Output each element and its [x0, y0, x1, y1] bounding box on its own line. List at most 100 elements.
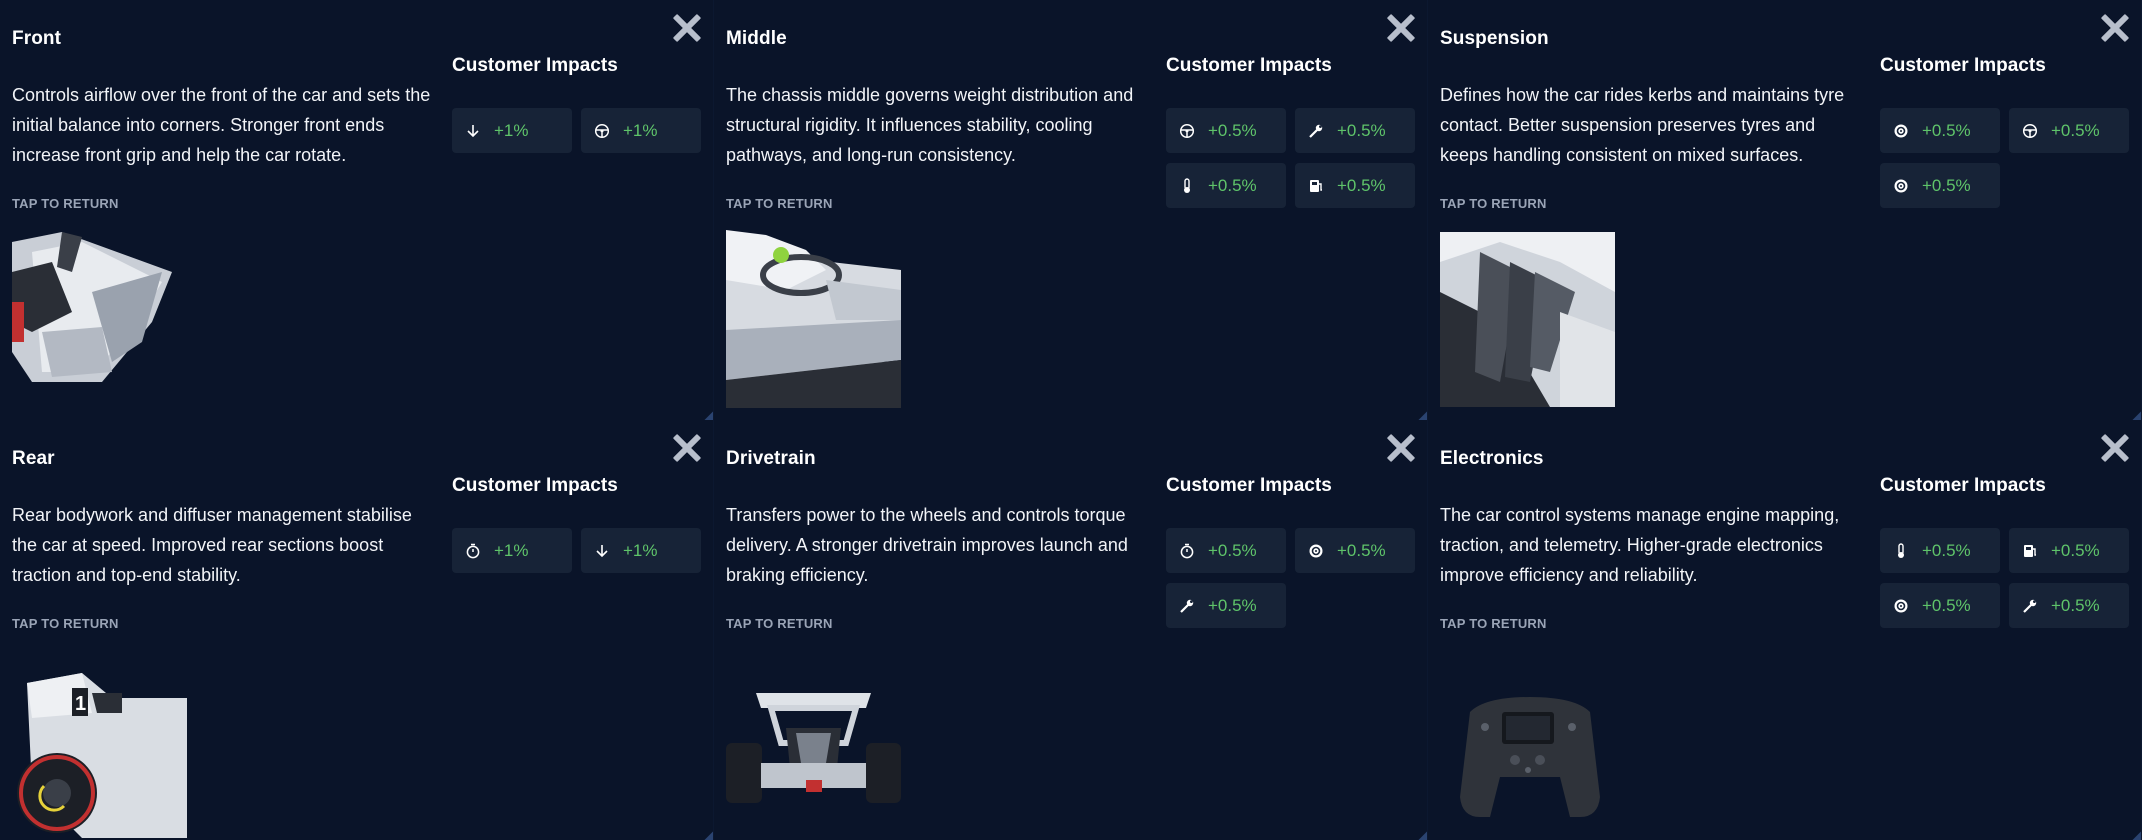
wrench-icon	[1178, 597, 1196, 615]
card-electronics[interactable]: Electronics The car control systems mana…	[1428, 420, 2141, 840]
card-suspension[interactable]: Suspension Defines how the car rides ker…	[1428, 0, 2141, 420]
card-title: Rear	[12, 448, 55, 469]
impact-chips: +0.5% +0.5% +0.5%	[1880, 108, 2130, 208]
impact-value: +0.5%	[1922, 120, 1971, 140]
card-drivetrain[interactable]: Drivetrain Transfers power to the wheels…	[714, 420, 1427, 840]
impact-value: +0.5%	[1208, 120, 1257, 140]
card-title: Middle	[726, 28, 787, 49]
impact-chip: +0.5%	[1880, 108, 2000, 153]
stopwatch-icon	[1178, 542, 1196, 560]
tap-to-return-label[interactable]: TAP TO RETURN	[726, 196, 833, 211]
impact-chip: +1%	[581, 108, 701, 153]
wrench-icon	[1307, 122, 1325, 140]
close-icon[interactable]	[670, 12, 702, 44]
drivetrain-image	[726, 668, 901, 838]
card-description: Controls airflow over the front of the c…	[12, 85, 431, 165]
steering-wheel-image	[1440, 682, 1615, 832]
fuel-pump-icon	[2021, 542, 2039, 560]
front-wing-image	[12, 232, 172, 382]
impact-value: +0.5%	[2051, 120, 2100, 140]
close-icon[interactable]	[2098, 432, 2130, 464]
close-icon[interactable]	[1384, 432, 1416, 464]
impact-chips: +1% +1%	[452, 108, 702, 153]
impact-chips: +0.5% +0.5% +0.5%	[1166, 528, 1416, 628]
customer-impacts-heading: Customer Impacts	[452, 475, 618, 496]
card-middle[interactable]: Middle The chassis middle governs weight…	[714, 0, 1427, 420]
tyre-icon	[1892, 597, 1910, 615]
fuel-pump-icon	[1307, 177, 1325, 195]
impact-value: +0.5%	[1208, 595, 1257, 615]
tyre-icon	[1892, 177, 1910, 195]
impact-value: +0.5%	[1337, 175, 1386, 195]
customer-impacts-heading: Customer Impacts	[1880, 475, 2046, 496]
impact-chip: +1%	[452, 528, 572, 573]
card-title: Electronics	[1440, 448, 1544, 469]
impact-chip: +1%	[452, 108, 572, 153]
car-parts-grid: Front Controls airflow over the front of…	[0, 0, 2142, 840]
customer-impacts-heading: Customer Impacts	[1166, 475, 1332, 496]
card-description: The chassis middle governs weight distri…	[726, 85, 1134, 165]
customer-impacts-heading: Customer Impacts	[452, 55, 618, 76]
tap-to-return-label[interactable]: TAP TO RETURN	[12, 616, 119, 631]
impact-value: +1%	[623, 120, 658, 140]
card-title: Front	[12, 28, 62, 49]
impact-chip: +0.5%	[1295, 108, 1415, 153]
impact-value: +0.5%	[1337, 540, 1386, 560]
impact-chip: +0.5%	[2009, 108, 2129, 153]
card-title: Drivetrain	[726, 448, 816, 469]
thermometer-icon	[1178, 177, 1196, 195]
impact-chip: +0.5%	[1880, 163, 2000, 208]
impact-value: +0.5%	[1922, 540, 1971, 560]
rear-bodywork-image: 1	[12, 668, 187, 838]
impact-chips: +0.5% +0.5% +0.5% +0.5%	[1166, 108, 1416, 208]
tap-to-return-label[interactable]: TAP TO RETURN	[1440, 196, 1547, 211]
impact-chip: +0.5%	[1880, 528, 2000, 573]
card-front[interactable]: Front Controls airflow over the front of…	[0, 0, 713, 420]
impact-chips: +1% +1%	[452, 528, 702, 573]
impact-chips: +0.5% +0.5% +0.5% +0.5%	[1880, 528, 2130, 628]
close-icon[interactable]	[670, 432, 702, 464]
suspension-image	[1440, 232, 1615, 407]
svg-text:1: 1	[75, 693, 86, 715]
card-description: Transfers power to the wheels and contro…	[726, 505, 1128, 585]
steering-wheel-icon	[593, 122, 611, 140]
tyre-icon	[1892, 122, 1910, 140]
tyre-icon	[1307, 542, 1325, 560]
card-description: Rear bodywork and diffuser management st…	[12, 505, 412, 585]
thermometer-icon	[1892, 542, 1910, 560]
impact-chip: +0.5%	[1166, 108, 1286, 153]
impact-value: +1%	[623, 540, 658, 560]
impact-value: +0.5%	[1922, 175, 1971, 195]
impact-value: +0.5%	[1922, 595, 1971, 615]
wrench-icon	[2021, 597, 2039, 615]
downforce-arrow-icon	[593, 542, 611, 560]
card-title: Suspension	[1440, 28, 1549, 49]
card-description: The car control systems manage engine ma…	[1440, 505, 1840, 585]
steering-wheel-icon	[1178, 122, 1196, 140]
impact-chip: +0.5%	[2009, 528, 2129, 573]
tap-to-return-label[interactable]: TAP TO RETURN	[12, 196, 119, 211]
impact-value: +0.5%	[2051, 595, 2100, 615]
impact-chip: +0.5%	[1166, 163, 1286, 208]
impact-chip: +0.5%	[1166, 528, 1286, 573]
impact-value: +0.5%	[1337, 120, 1386, 140]
tap-to-return-label[interactable]: TAP TO RETURN	[726, 616, 833, 631]
steering-wheel-icon	[2021, 122, 2039, 140]
impact-value: +1%	[494, 120, 529, 140]
downforce-arrow-icon	[464, 122, 482, 140]
stopwatch-icon	[464, 542, 482, 560]
card-description: Defines how the car rides kerbs and main…	[1440, 85, 1845, 165]
impact-chip: +1%	[581, 528, 701, 573]
impact-value: +0.5%	[2051, 540, 2100, 560]
tap-to-return-label[interactable]: TAP TO RETURN	[1440, 616, 1547, 631]
close-icon[interactable]	[2098, 12, 2130, 44]
impact-value: +0.5%	[1208, 175, 1257, 195]
card-rear[interactable]: Rear Rear bodywork and diffuser manageme…	[0, 420, 713, 840]
impact-chip: +0.5%	[1295, 528, 1415, 573]
impact-chip: +0.5%	[2009, 583, 2129, 628]
chassis-middle-image	[726, 230, 901, 408]
customer-impacts-heading: Customer Impacts	[1880, 55, 2046, 76]
customer-impacts-heading: Customer Impacts	[1166, 55, 1332, 76]
impact-value: +1%	[494, 540, 529, 560]
close-icon[interactable]	[1384, 12, 1416, 44]
